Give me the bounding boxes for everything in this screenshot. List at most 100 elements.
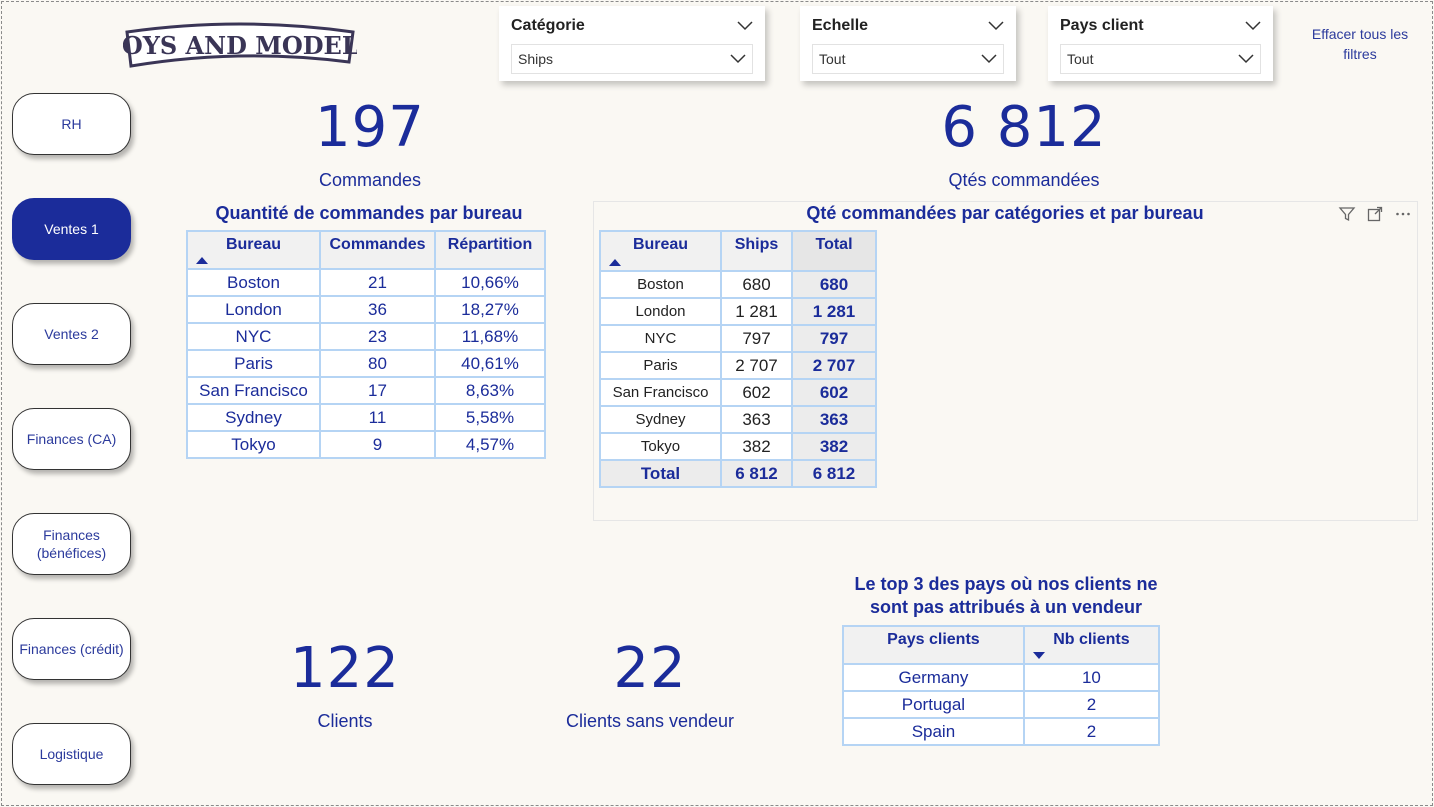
matrix-row[interactable]: Tokyo 382 382 (599, 432, 877, 461)
kpi-value: 22 (613, 636, 687, 701)
table-cell: Sydney (599, 405, 722, 434)
column-header-total[interactable]: Total (791, 230, 877, 272)
chevron-down-icon (1238, 54, 1254, 64)
nav-label: Finances (crédit) (19, 640, 124, 657)
nav-label: Ventes 1 (44, 220, 99, 237)
kpi-clients: 122 Clients (245, 641, 445, 732)
table-cell: 18,27% (434, 295, 546, 324)
table-cell: Germany (842, 663, 1025, 692)
slicer-pays-client: Pays client Tout (1048, 6, 1273, 81)
slicer-dropdown[interactable]: Tout (812, 44, 1004, 74)
chevron-down-icon[interactable] (988, 21, 1004, 31)
chevron-down-icon (730, 54, 746, 64)
nav-button-ventes-1[interactable]: Ventes 1 (12, 198, 131, 260)
kpi-label: Commandes (318, 170, 422, 190)
nav-button-logistique[interactable]: Logistique (12, 723, 131, 785)
table-cell: 40,61% (434, 349, 546, 378)
table-row[interactable]: San Francisco 17 8,63% (186, 376, 546, 405)
table-cell: London (599, 297, 722, 326)
kpi-value: 122 (290, 636, 400, 701)
more-options-icon[interactable] (1394, 205, 1412, 223)
table-row[interactable]: NYC 23 11,68% (186, 322, 546, 351)
focus-mode-icon[interactable] (1366, 205, 1384, 223)
column-header-commandes[interactable]: Commandes (319, 230, 436, 270)
toys-and-models-logo: TOYS AND MODELS (123, 22, 357, 68)
table-cell: 8,63% (434, 376, 546, 405)
kpi-value: 6 812 (941, 95, 1107, 160)
table-cell: NYC (186, 322, 321, 351)
matrix-row[interactable]: NYC 797 797 (599, 324, 877, 353)
table-cell: 680 (720, 270, 793, 299)
table-cell: 23 (319, 322, 436, 351)
filter-icon[interactable] (1338, 205, 1356, 223)
table-row[interactable]: Spain 2 (842, 717, 1161, 746)
kpi-commandes: 197 Commandes (270, 100, 470, 191)
chevron-down-icon[interactable] (1245, 21, 1261, 31)
kpi-label: Clients (317, 711, 373, 731)
slicer-categorie: Catégorie Ships (499, 6, 765, 81)
table-cell: 10,66% (434, 268, 546, 297)
table-row[interactable]: Tokyo 9 4,57% (186, 430, 546, 459)
matrix-row[interactable]: Sydney 363 363 (599, 405, 877, 434)
table-cell: Boston (186, 268, 321, 297)
matrix-title: Qté commandées par catégories et par bur… (806, 203, 1204, 223)
column-header-ships[interactable]: Ships (720, 230, 793, 272)
sort-ascending-icon (196, 257, 208, 264)
table-cell: Paris (186, 349, 321, 378)
table-cell: Tokyo (186, 430, 321, 459)
table-cell: 11,68% (434, 322, 546, 351)
nav-label: Ventes 2 (44, 325, 99, 342)
table-row[interactable]: London 36 18,27% (186, 295, 546, 324)
slicer-dropdown[interactable]: Ships (511, 44, 753, 74)
table-cell: 11 (319, 403, 436, 432)
slicer-value: Tout (819, 51, 846, 67)
chevron-down-icon[interactable] (737, 21, 753, 31)
column-header-pays-clients[interactable]: Pays clients (842, 625, 1025, 665)
table-cell: San Francisco (599, 378, 722, 407)
orders-by-office-table: Bureau Commandes Répartition Boston 21 10,… (186, 230, 546, 459)
slicer-title: Pays client (1060, 17, 1144, 34)
nav-button-finances-ca[interactable]: Finances (CA) (12, 408, 131, 470)
table-cell: 5,58% (434, 403, 546, 432)
nav-button-rh[interactable]: RH (12, 93, 131, 155)
table-cell: 4,57% (434, 430, 546, 459)
column-header-repartition[interactable]: Répartition (434, 230, 546, 270)
nav-label: RH (61, 115, 82, 132)
table-cell: 797 (791, 324, 877, 353)
table-row[interactable]: Boston 21 10,66% (186, 268, 546, 297)
chevron-down-icon (981, 54, 997, 64)
kpi-value: 197 (315, 95, 425, 160)
matrix-row[interactable]: San Francisco 602 602 (599, 378, 877, 407)
kpi-clients-sans-vendeur: 22 Clients sans vendeur (540, 641, 760, 732)
table-row[interactable]: Portugal 2 (842, 690, 1161, 719)
table-cell: 382 (791, 432, 877, 461)
column-header-bureau[interactable]: Bureau (186, 230, 321, 270)
table-cell: 21 (319, 268, 436, 297)
nav-button-finances-benefices[interactable]: Finances (bénéfices) (12, 513, 131, 575)
kpi-label: Qtés commandées (948, 170, 1100, 190)
table-cell: 602 (720, 378, 793, 407)
nav-button-ventes-2[interactable]: Ventes 2 (12, 303, 131, 365)
column-header-nb-clients[interactable]: Nb clients (1022, 625, 1161, 665)
table-row[interactable]: Sydney 11 5,58% (186, 403, 546, 432)
qty-by-category-matrix: Bureau Ships Total Boston 680 680 London 1 2… (599, 230, 877, 488)
table-cell: Portugal (842, 690, 1025, 719)
table-cell: 1 281 (791, 297, 877, 326)
nav-label: Finances (bénéfices) (36, 526, 107, 561)
slicer-title: Echelle (812, 17, 869, 34)
table-row[interactable]: Paris 80 40,61% (186, 349, 546, 378)
table-cell: 2 707 (791, 351, 877, 380)
matrix-row[interactable]: Paris 2 707 2 707 (599, 351, 877, 380)
clear-filters-button[interactable]: Effacer tous les filtres (1300, 25, 1420, 64)
slicer-dropdown[interactable]: Tout (1060, 44, 1261, 74)
slicer-value: Ships (518, 51, 554, 67)
logo-text: TOYS AND MODELS (123, 31, 357, 60)
matrix-row[interactable]: Boston 680 680 (599, 270, 877, 299)
table-row[interactable]: Germany 10 (842, 663, 1161, 692)
column-header-bureau[interactable]: Bureau (599, 230, 722, 272)
table-cell: 602 (791, 378, 877, 407)
matrix-row[interactable]: London 1 281 1 281 (599, 297, 877, 326)
table-cell: 2 707 (720, 351, 793, 380)
table-cell: 36 (319, 295, 436, 324)
nav-button-finances-credit[interactable]: Finances (crédit) (12, 618, 131, 680)
